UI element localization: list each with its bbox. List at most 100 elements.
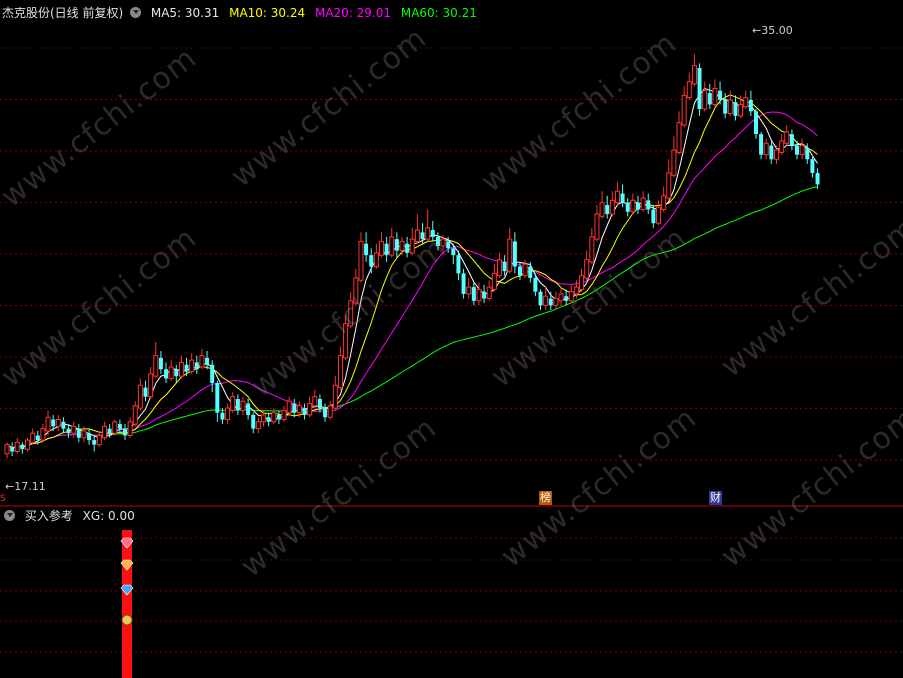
candle-body-up [738,103,744,117]
candle-body-up [656,206,662,224]
candle-body-up [127,421,133,436]
candle-body-down [528,266,533,278]
candle-body-up [476,288,482,302]
stock-chart-window: www.cfchi.com www.cfchi.com www.cfchi.co… [0,0,903,678]
candle-body-up [594,213,600,240]
candle-body-down [246,403,251,415]
candle-body-down [215,382,220,413]
candle-body-down [533,277,538,292]
finance-marker[interactable]: 财 [709,491,722,505]
chevron-down-icon[interactable] [4,510,15,521]
candle-body-up [112,421,118,434]
chevron-down-icon[interactable] [130,7,142,18]
candle-body-down [158,357,163,370]
chart-canvas [0,47,903,678]
candle-body-up [799,145,805,156]
xg-value: XG: 0.00 [82,509,135,523]
candle-body-up [661,195,667,210]
candle-body-down [564,296,569,301]
candle-body-up [373,252,379,268]
candle-body-up [312,396,318,407]
bang-marker[interactable]: 榜 [539,491,552,505]
candle-body-down [122,428,127,436]
candle-body-down [364,243,369,256]
candle-body-up [671,149,677,176]
candle-body-up [189,359,195,373]
ma5-value: MA5: 30.31 [150,6,220,20]
main-chart-header: 杰克股份(日线 前复权) MA5: 30.31 MA10: 30.24 MA20… [2,4,483,22]
candle-body-up [132,405,138,425]
candle-body-down [10,446,15,452]
candle-body-up [573,286,579,295]
candle-body-down [210,364,215,383]
candle-body-down [635,202,640,210]
candle-body-down [174,369,179,377]
candle-body-down [35,435,40,441]
candle-body-up [589,236,595,263]
candle-body-down [51,419,56,427]
candle-body-up [702,90,708,110]
candle-body-down [164,369,169,379]
candle-body-up [96,434,102,446]
candle-body-down [815,172,820,185]
candle-body-down [456,255,461,274]
candle-body-up [491,272,497,290]
candle-body-up [609,199,615,215]
axis-s-label: S [0,494,6,504]
candle-body-up [553,298,559,306]
candle-body-down [302,408,307,415]
candle-body-down [430,230,435,237]
candle-body-up [543,295,549,306]
candle-body-down [194,362,199,370]
candle-body-down [66,428,71,434]
candle-body-up [486,286,492,300]
candle-body-down [512,241,517,267]
candle-body-up [425,227,431,240]
candle-body-down [733,102,738,116]
candle-body-down [266,417,271,422]
candle-body-up [281,409,287,421]
candle-body-up [40,428,46,441]
candle-body-up [261,414,266,423]
candle-body-down [369,255,374,267]
candle-body-up [614,190,620,204]
candle-body-up [286,400,292,414]
candle-body-down [805,147,810,160]
candle-body-up [681,94,687,126]
candle-body-up [101,425,107,439]
candle-body-up [640,197,646,210]
candle-body-down [107,428,112,434]
candle-body-up [568,291,574,302]
candle-body-down [651,209,656,224]
candle-body-up [225,407,231,421]
candle-body-up [14,441,20,452]
candle-body-down [697,67,702,110]
candle-body-up [337,355,343,389]
candle-body-down [184,364,189,372]
candle-body-down [384,243,389,256]
candle-body-down [446,241,451,249]
candle-body-up [199,355,205,368]
candle-body-up [153,355,159,377]
candle-body-up [686,81,692,99]
candle-body-up [712,87,718,105]
candle-body-down [76,428,81,438]
candle-body-up [440,238,446,247]
candle-body-down [753,111,758,135]
candle-body-down [646,200,651,210]
candle-body-down [518,266,522,276]
candle-body-down [810,159,815,173]
candle-body-up [45,416,51,432]
candle-body-down [795,145,800,155]
candle-body-up [4,444,10,455]
candle-body-down [759,134,764,155]
money-bag-icon [121,614,133,626]
candle-body-up [779,140,785,153]
candle-body-up [599,202,605,217]
candle-body-up [25,439,31,450]
candle-body-down [723,99,728,114]
candle-body-up [307,403,313,416]
candle-body-up [296,405,302,414]
ma20-value: MA20: 29.01 [314,6,392,20]
candle-body-down [625,202,630,212]
